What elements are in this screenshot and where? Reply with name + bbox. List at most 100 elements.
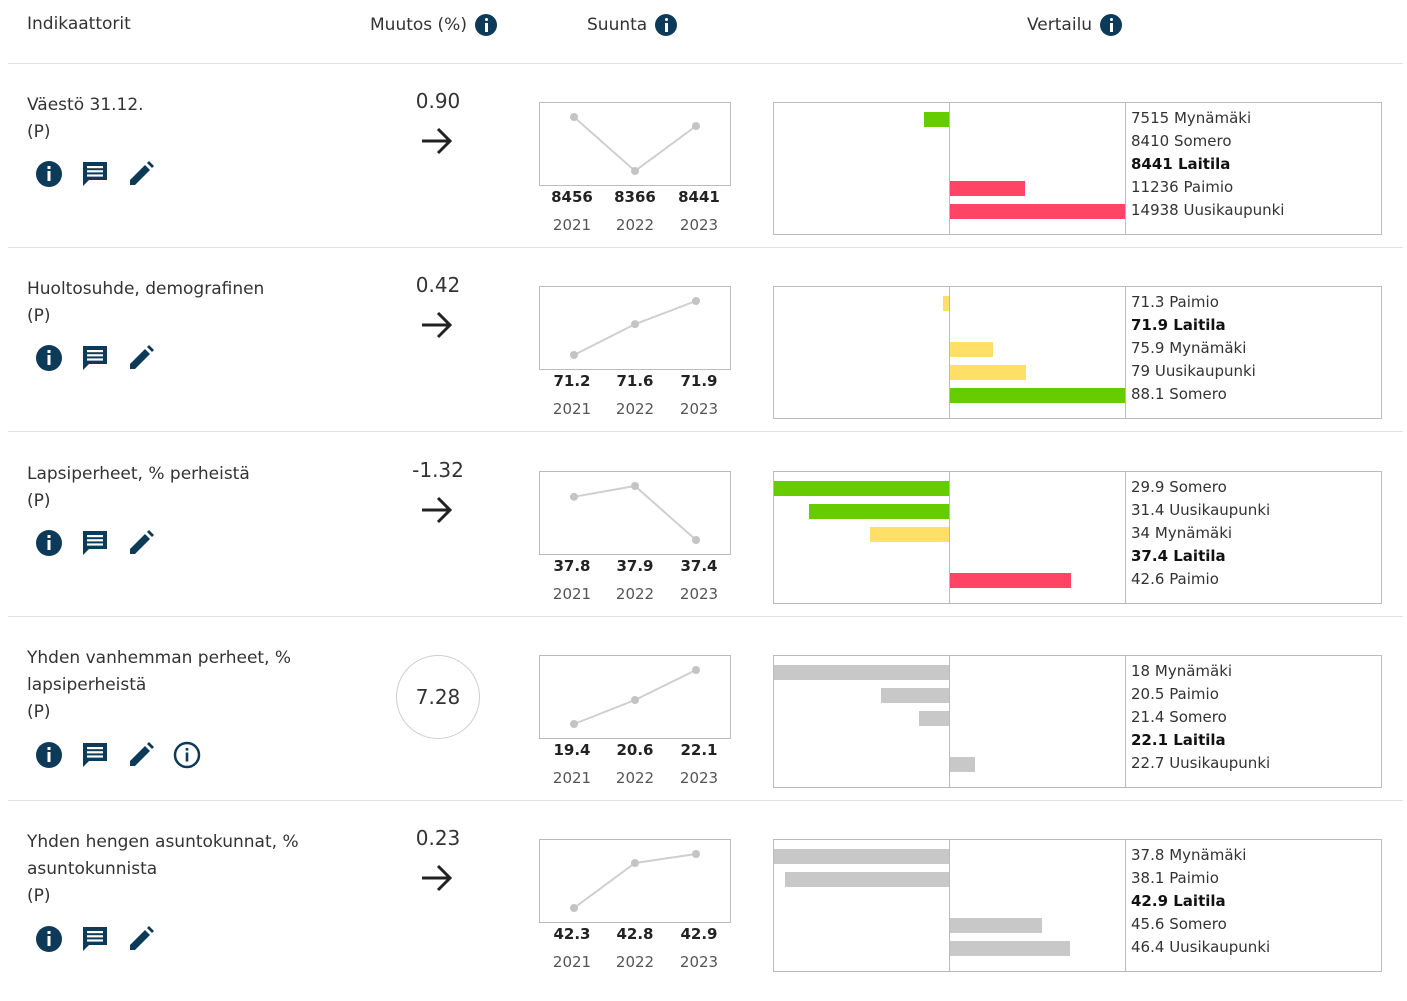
sparkline-value: 42.8 — [616, 925, 654, 943]
comparison-item: 37.4 Laitila — [1131, 545, 1270, 568]
indicator-source: (P) — [27, 122, 51, 142]
comparison-item: 20.5 Paimio — [1131, 683, 1270, 706]
sparkline-value: 19.4 — [553, 741, 591, 759]
sparkline-year: 2023 — [679, 953, 719, 971]
comparison-item: 8410 Somero — [1131, 130, 1284, 153]
edit-pencil-icon[interactable] — [127, 160, 155, 188]
sparkline-point — [692, 666, 700, 674]
indicator-name-line: lapsiperheistä — [27, 675, 147, 695]
sparkline-point — [631, 320, 639, 329]
info-icon[interactable] — [35, 741, 63, 769]
comparison-value: 75.9 — [1131, 339, 1165, 357]
info-icon[interactable] — [35, 160, 63, 188]
comparison-value: 29.9 — [1131, 478, 1165, 496]
comment-icon[interactable] — [81, 160, 109, 188]
comparison-item: 71.3 Paimio — [1131, 291, 1256, 314]
comparison-municipality: Laitila — [1177, 155, 1231, 173]
indicator-name-line: asuntokunnista — [27, 859, 158, 879]
edit-pencil-icon[interactable] — [127, 529, 155, 557]
header-comparison: Vertailu — [1027, 14, 1123, 36]
comparison-item: 45.6 Somero — [1131, 913, 1270, 936]
comparison-item: 22.1 Laitila — [1131, 729, 1270, 752]
indicator-source: (P) — [27, 491, 51, 511]
comparison-chart: 71.3 Paimio 71.9 Laitila 75.9 Mynämäki 79 U… — [773, 286, 1382, 419]
sparkline-point — [631, 696, 639, 704]
comparison-bar — [950, 181, 1025, 196]
header-comparison-label: Vertailu — [1027, 15, 1093, 35]
sparkline-year: 2022 — [615, 400, 655, 418]
indicator-actions — [35, 160, 155, 188]
sparkline-point — [570, 113, 578, 121]
comparison-labels: 37.8 Mynämäki 38.1 Paimio 42.9 Laitila 45.6… — [1131, 844, 1270, 959]
comparison-municipality: Uusikaupunki — [1183, 201, 1285, 219]
sparkline-year: 2021 — [552, 216, 592, 234]
indicator-row: Yhden vanhemman perheet, % lapsiperheistä… — [0, 633, 1407, 817]
comparison-bar — [950, 573, 1071, 588]
indicator-source: (P) — [27, 886, 51, 906]
info-icon[interactable] — [474, 14, 497, 36]
sparkline-point — [570, 904, 578, 912]
comparison-municipality: Uusikaupunki — [1169, 501, 1271, 519]
edit-pencil-icon[interactable] — [127, 741, 155, 769]
arrow-right-icon — [420, 863, 454, 893]
change-value: 0.42 — [415, 273, 461, 297]
comparison-bar — [870, 527, 949, 542]
comparison-value: 22.1 — [1131, 731, 1169, 749]
sparkline — [539, 839, 731, 923]
info-icon[interactable] — [35, 529, 63, 557]
comparison-municipality: Mynämäki — [1154, 662, 1233, 680]
comparison-item: 11236 Paimio — [1131, 176, 1284, 199]
comparison-item: 79 Uusikaupunki — [1131, 360, 1256, 383]
sparkline-point — [570, 492, 578, 501]
sparkline-year: 2023 — [679, 769, 719, 787]
indicator-row: Huoltosuhde, demografinen (P) 0.42 71.2 2021… — [0, 264, 1407, 448]
divider — [8, 247, 1403, 248]
comparison-item: 7515 Mynämäki — [1131, 107, 1284, 130]
comparison-item: 71.9 Laitila — [1131, 314, 1256, 337]
comment-icon[interactable] — [81, 741, 109, 769]
info-icon[interactable] — [35, 344, 63, 372]
comparison-bars — [774, 840, 1126, 971]
indicator-row: Lapsiperheet, % perheistä (P) -1.32 37.8 202… — [0, 449, 1407, 633]
comparison-value: 46.4 — [1131, 938, 1165, 956]
sparkline — [539, 655, 731, 739]
comparison-municipality: Somero — [1169, 708, 1227, 726]
indicator-name: Huoltosuhde, demografinen (P) — [27, 276, 367, 330]
comparison-bar — [950, 342, 993, 357]
arrow-right-icon — [420, 310, 454, 340]
comparison-value: 42.6 — [1131, 570, 1165, 588]
sparkline-point — [570, 351, 578, 359]
edit-pencil-icon[interactable] — [127, 344, 155, 372]
comparison-municipality: Paimio — [1183, 178, 1234, 196]
sparkline — [539, 286, 731, 370]
sparkline-year: 2022 — [615, 585, 655, 603]
info-outline-icon[interactable] — [173, 741, 201, 769]
indicator-actions — [35, 925, 155, 953]
comparison-value: 8410 — [1131, 132, 1170, 150]
comparison-item: 38.1 Paimio — [1131, 867, 1270, 890]
comparison-municipality: Paimio — [1169, 570, 1219, 588]
comparison-item: 29.9 Somero — [1131, 476, 1270, 499]
comparison-bar — [881, 688, 949, 703]
comparison-municipality: Somero — [1169, 478, 1227, 496]
sparkline-point — [631, 167, 639, 175]
edit-pencil-icon[interactable] — [127, 925, 155, 953]
sparkline-point — [692, 122, 700, 130]
comparison-value: 42.9 — [1131, 892, 1169, 910]
comparison-item: 18 Mynämäki — [1131, 660, 1270, 683]
info-icon[interactable] — [35, 925, 63, 953]
sparkline-point — [631, 859, 639, 867]
info-icon[interactable] — [1100, 14, 1123, 36]
sparkline-value: 8366 — [614, 188, 656, 206]
header-indicators: Indikaattorit — [27, 14, 131, 34]
info-icon[interactable] — [655, 14, 678, 36]
comment-icon[interactable] — [81, 344, 109, 372]
comparison-item: 46.4 Uusikaupunki — [1131, 936, 1270, 959]
comparison-item: 14938 Uusikaupunki — [1131, 199, 1284, 222]
indicator-name: Lapsiperheet, % perheistä (P) — [27, 461, 367, 515]
comment-icon[interactable] — [81, 529, 109, 557]
arrow-right-icon — [420, 126, 454, 156]
comparison-municipality: Uusikaupunki — [1169, 938, 1271, 956]
comment-icon[interactable] — [81, 925, 109, 953]
indicator-actions — [35, 529, 155, 557]
